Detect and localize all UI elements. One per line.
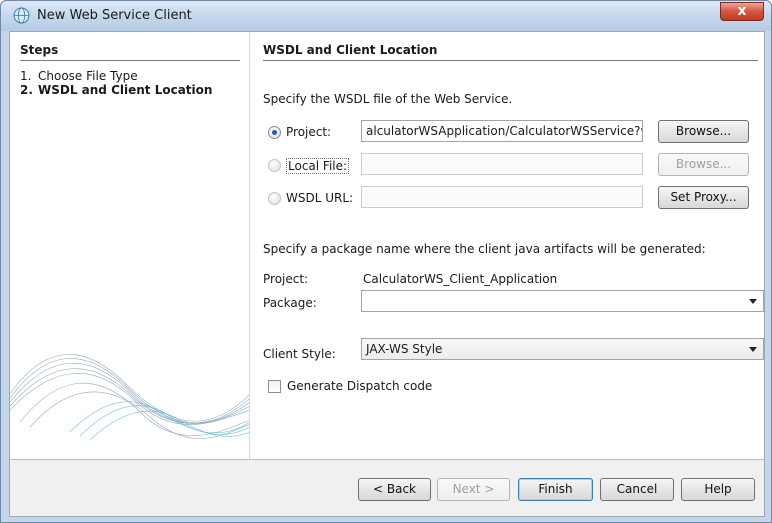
chevron-down-icon[interactable] — [749, 347, 757, 352]
client-style-label: Client Style: — [263, 347, 336, 361]
cancel-button[interactable]: Cancel — [600, 478, 674, 501]
next-button[interactable]: Next > — [437, 478, 510, 501]
steps-panel: Steps 1. Choose File Type 2. WSDL and Clie… — [10, 32, 250, 459]
wsdl-description: Specify the WSDL file of the Web Service… — [263, 92, 513, 106]
project-radio-label: Project: — [286, 125, 332, 139]
chevron-down-icon[interactable] — [749, 299, 757, 304]
title-bar[interactable]: New Web Service Client x — [1, 1, 771, 31]
button-bar: < Back Next > Finish Cancel Help — [10, 460, 764, 516]
steps-title: Steps — [20, 43, 240, 61]
local-file-field[interactable] — [361, 153, 643, 175]
project-label: Project: — [263, 272, 309, 286]
wsdl-url-radio[interactable] — [268, 192, 281, 205]
content-panel: WSDL and Client Location Specify the WSD… — [260, 32, 764, 459]
wsdl-url-label: WSDL URL: — [286, 191, 354, 205]
globe-icon — [13, 7, 30, 24]
package-combo[interactable] — [361, 290, 764, 312]
step-item-1: 1. Choose File Type — [20, 69, 138, 83]
help-button[interactable]: Help — [681, 478, 755, 501]
step-number: 2. — [20, 83, 33, 97]
step-number: 1. — [20, 69, 32, 83]
step-label: Choose File Type — [38, 69, 138, 83]
close-button[interactable]: x — [720, 2, 764, 21]
dialog-body: Steps 1. Choose File Type 2. WSDL and Clie… — [9, 31, 765, 517]
project-name: CalculatorWS_Client_Application — [363, 272, 558, 286]
back-button[interactable]: < Back — [358, 478, 431, 501]
step-label: WSDL and Client Location — [38, 83, 213, 97]
section-title: WSDL and Client Location — [263, 43, 758, 61]
local-file-browse-button[interactable]: Browse... — [658, 153, 749, 176]
project-radio[interactable] — [268, 126, 281, 139]
project-wsdl-field[interactable]: alculatorWSApplication/CalculatorWSServi… — [361, 120, 643, 142]
set-proxy-button[interactable]: Set Proxy... — [658, 186, 749, 209]
wsdl-url-field[interactable] — [361, 186, 643, 208]
client-style-combo[interactable]: JAX-WS Style — [361, 338, 764, 360]
local-file-radio[interactable] — [268, 159, 281, 172]
close-icon: x — [737, 3, 747, 19]
wave-graphic — [10, 354, 249, 441]
dispatch-label: Generate Dispatch code — [287, 379, 433, 393]
window-title: New Web Service Client — [37, 8, 192, 23]
client-style-value: JAX-WS Style — [366, 342, 443, 356]
package-label: Package: — [263, 296, 317, 310]
dialog-window: New Web Service Client x Steps 1. Choose … — [0, 0, 772, 523]
step-item-2: 2. WSDL and Client Location — [20, 83, 212, 97]
package-description: Specify a package name where the client … — [263, 242, 706, 256]
dispatch-checkbox[interactable] — [268, 380, 281, 393]
local-file-label: Local File: — [286, 158, 350, 174]
finish-button[interactable]: Finish — [518, 478, 593, 501]
project-browse-button[interactable]: Browse... — [658, 120, 749, 143]
